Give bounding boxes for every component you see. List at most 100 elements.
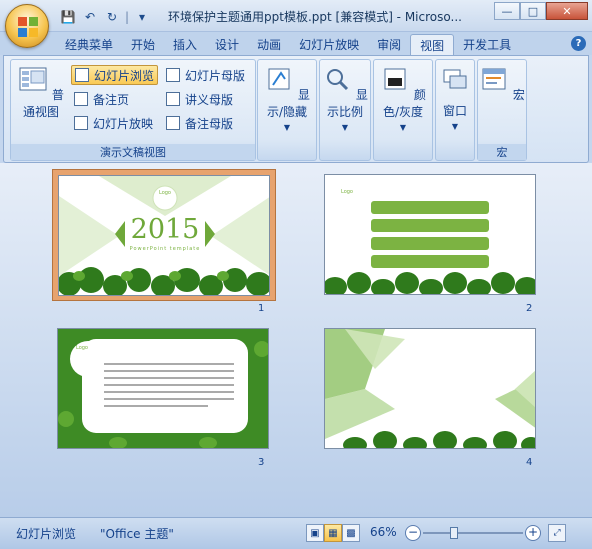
ribbon-tab-bar: 经典菜单 开始 插入 设计 动画 幻灯片放映 审阅 视图 开发工具 ? <box>0 32 592 55</box>
reading-slideshow-button[interactable]: 幻灯片放映 <box>71 113 156 133</box>
tab-view[interactable]: 视图 <box>410 34 455 55</box>
reading-slideshow-label: 幻灯片放映 <box>93 116 154 131</box>
notes-master-icon <box>166 116 180 130</box>
tab-insert[interactable]: 插入 <box>164 34 206 55</box>
group-macros: 宏 宏 <box>477 59 527 161</box>
slide-number-2: 2 <box>526 303 533 314</box>
slide-1-subtitle: PowerPoint template <box>129 246 201 252</box>
title-bar: 💾 ↶ ↻ | ▾ 环境保护主题通用ppt模板.ppt [兼容模式] - Mic… <box>0 0 592 32</box>
window-controls: — □ ✕ <box>494 2 588 20</box>
zoom-slider[interactable] <box>423 532 523 534</box>
slideshow-icon <box>74 116 88 130</box>
dropdown-arrow-icon: ▼ <box>399 123 407 132</box>
tab-slide-show[interactable]: 幻灯片放映 <box>290 34 368 55</box>
quick-access-toolbar: 💾 ↶ ↻ | ▾ <box>58 8 152 26</box>
slide-sorter-label: 幻灯片浏览 <box>94 68 155 83</box>
window-icon <box>443 69 467 89</box>
slide-number-1: 1 <box>258 303 265 314</box>
notes-master-label: 备注母版 <box>185 116 234 131</box>
slide-thumbnail-4-frame[interactable] <box>319 323 543 455</box>
slide-sorter-icon <box>75 68 89 82</box>
dropdown-arrow-icon: ▼ <box>341 123 349 132</box>
color-grayscale-button[interactable]: 颜色/灰度 ▼ <box>374 65 432 132</box>
slide-sorter-workspace: Logo 2015 PowerPoint template 1 Logo 2 L… <box>0 163 592 517</box>
group-presentation-views: 普通视图 幻灯片浏览 备注页 幻灯片放映 幻灯片母版 讲义母版 备注母版 演示文… <box>10 59 256 161</box>
office-button[interactable] <box>5 4 49 48</box>
handout-master-button[interactable]: 讲义母版 <box>163 89 236 109</box>
status-theme-name: "Office 主题" <box>100 527 174 541</box>
fit-to-window-icon[interactable]: ⤢ <box>548 524 566 542</box>
group-window: 窗口 ▼ <box>435 59 475 161</box>
group-zoom: 显示比例 ▼ <box>319 59 371 161</box>
slide-3-artwork <box>58 329 268 448</box>
slide-2-logo: Logo <box>341 189 353 195</box>
zoom-out-icon[interactable]: − <box>405 525 421 541</box>
slide-master-button[interactable]: 幻灯片母版 <box>163 65 248 85</box>
notes-page-label: 备注页 <box>93 92 130 107</box>
slide-thumbnail-1-frame[interactable]: Logo 2015 PowerPoint template <box>52 169 276 301</box>
slide-4-artwork <box>325 329 535 448</box>
slide-3-logo: Logo <box>76 345 88 351</box>
slide-number-3: 3 <box>258 457 265 468</box>
qat-separator: | <box>124 10 130 24</box>
zoom-magnifier-icon <box>327 69 349 91</box>
notes-page-button[interactable]: 备注页 <box>71 89 132 109</box>
slide-number-4: 4 <box>526 457 533 468</box>
group-color-grayscale: 颜色/灰度 ▼ <box>373 59 433 161</box>
slide-master-icon <box>166 68 180 82</box>
slide-master-label: 幻灯片母版 <box>185 68 246 83</box>
handout-master-label: 讲义母版 <box>185 92 234 107</box>
slide-thumbnail-4[interactable] <box>324 328 536 449</box>
group-label-presentation-views: 演示文稿视图 <box>11 144 255 160</box>
notes-master-button[interactable]: 备注母版 <box>163 113 236 133</box>
group-show-hide: 显示/隐藏 ▼ <box>257 59 317 161</box>
zoom-button[interactable]: 显示比例 ▼ <box>320 65 370 132</box>
dropdown-arrow-icon: ▼ <box>451 122 459 131</box>
slide-1-year: 2015 <box>130 214 200 245</box>
tab-design[interactable]: 设计 <box>206 34 248 55</box>
show-hide-button[interactable]: 显示/隐藏 ▼ <box>258 65 316 132</box>
window-title: 环境保护主题通用ppt模板.ppt [兼容模式] - Microso... <box>168 10 462 24</box>
zoom-level[interactable]: 66% <box>370 525 397 539</box>
slide-sorter-shortcut-icon[interactable]: ▦ <box>324 524 342 542</box>
slide-thumbnail-3[interactable]: Logo <box>57 328 269 449</box>
color-grayscale-icon <box>384 68 406 90</box>
tab-home[interactable]: 开始 <box>122 34 164 55</box>
window-button[interactable]: 窗口 ▼ <box>436 65 474 131</box>
customize-icon[interactable]: ▾ <box>132 8 152 26</box>
dropdown-arrow-icon: ▼ <box>283 123 291 132</box>
slide-thumbnail-1[interactable]: Logo 2015 PowerPoint template <box>58 175 270 296</box>
tab-review[interactable]: 审阅 <box>368 34 410 55</box>
tab-developer[interactable]: 开发工具 <box>454 34 520 55</box>
help-icon[interactable]: ? <box>571 36 586 51</box>
handout-master-icon <box>166 92 180 106</box>
normal-view-shortcut-icon[interactable]: ▣ <box>306 524 324 542</box>
save-icon[interactable]: 💾 <box>58 8 78 26</box>
office-logo-icon <box>18 17 38 37</box>
slide-thumbnail-2-frame[interactable]: Logo <box>319 169 543 301</box>
zoom-slider-thumb[interactable] <box>450 527 459 539</box>
slide-thumbnail-2[interactable]: Logo <box>324 174 536 295</box>
show-hide-icon <box>268 68 290 90</box>
tab-animations[interactable]: 动画 <box>248 34 290 55</box>
tab-classic-menu[interactable]: 经典菜单 <box>56 34 122 55</box>
macros-button[interactable]: 宏 <box>478 65 526 103</box>
slide-2-artwork <box>325 201 535 294</box>
minimize-button[interactable]: — <box>494 2 520 20</box>
notes-page-icon <box>74 92 88 106</box>
zoom-in-icon[interactable]: + <box>525 525 541 541</box>
slide-sorter-button[interactable]: 幻灯片浏览 <box>71 65 159 85</box>
view-shortcuts: ▣ ▦ ▩ <box>306 524 360 542</box>
group-label-macros: 宏 <box>478 144 526 160</box>
close-button[interactable]: ✕ <box>546 2 588 20</box>
status-bar: 幻灯片浏览 "Office 主题" ▣ ▦ ▩ 66% − + ⤢ <box>0 517 592 549</box>
macros-icon <box>482 68 506 90</box>
slide-1-logo: Logo <box>159 190 171 196</box>
ribbon: 普通视图 幻灯片浏览 备注页 幻灯片放映 幻灯片母版 讲义母版 备注母版 演示文… <box>3 55 589 163</box>
slideshow-shortcut-icon[interactable]: ▩ <box>342 524 360 542</box>
redo-icon[interactable]: ↻ <box>102 8 122 26</box>
normal-view-button[interactable]: 普通视图 <box>15 65 67 120</box>
undo-icon[interactable]: ↶ <box>80 8 100 26</box>
maximize-button[interactable]: □ <box>520 2 546 20</box>
slide-thumbnail-3-frame[interactable]: Logo <box>52 323 276 455</box>
